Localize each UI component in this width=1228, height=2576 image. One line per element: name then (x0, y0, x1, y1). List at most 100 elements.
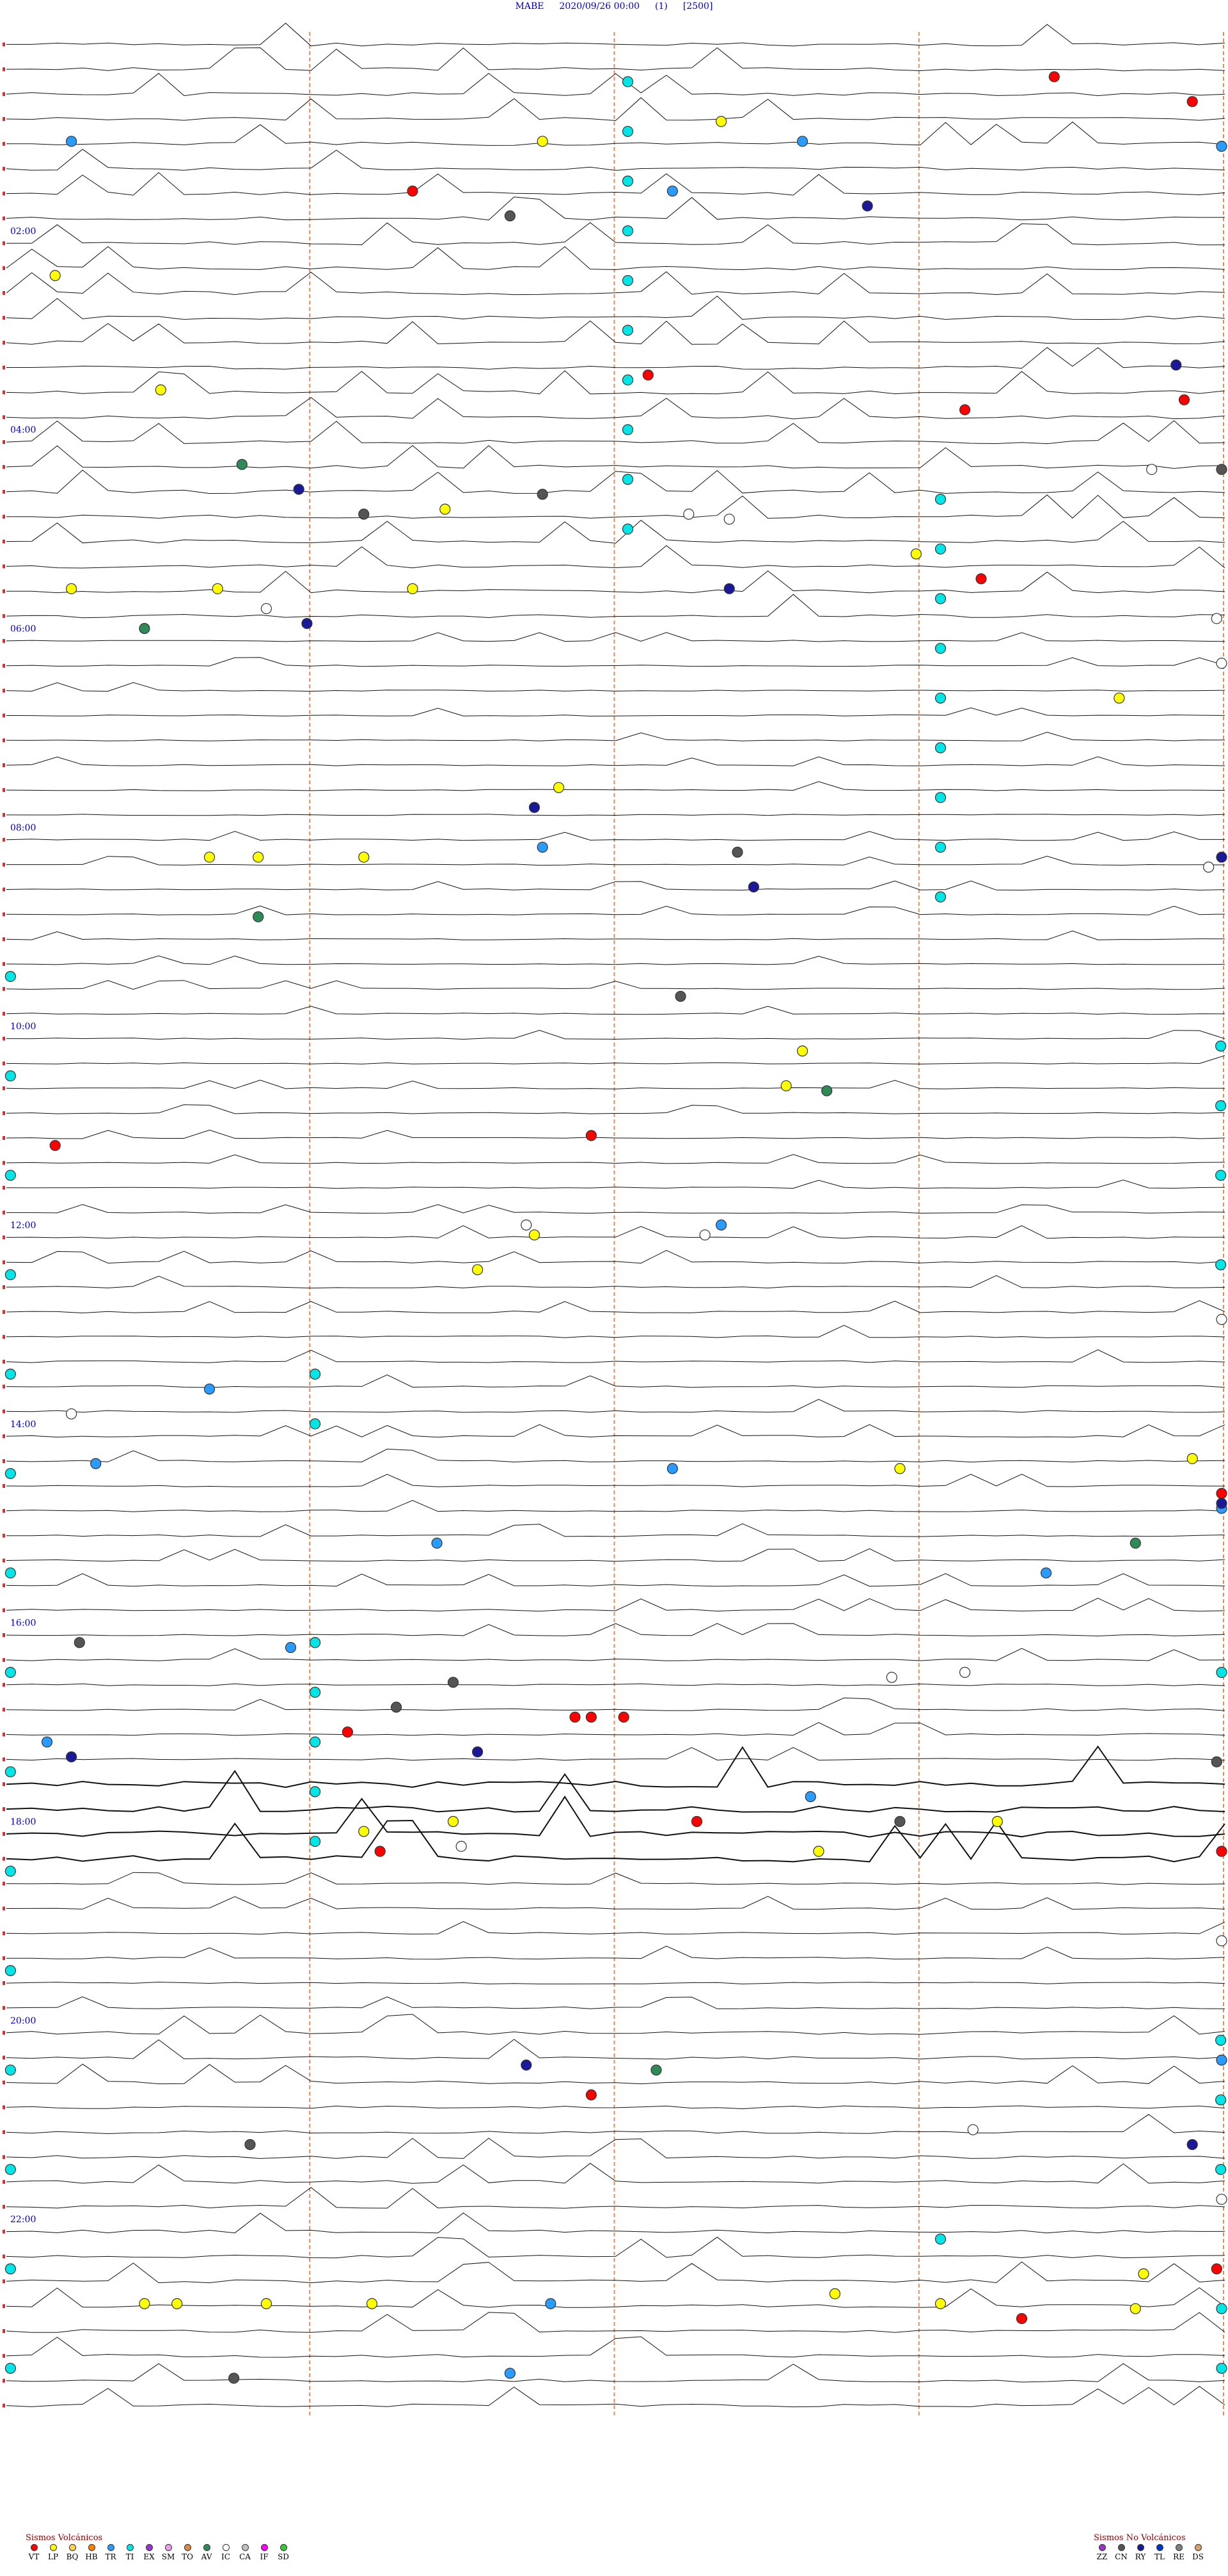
seismic-trace (6, 955, 1225, 965)
seismic-trace (6, 1796, 1225, 1838)
event-marker-lp (155, 384, 166, 396)
seismic-trace (6, 222, 1225, 246)
legend-item-sm: SM (160, 2544, 177, 2561)
trace-start-tick (3, 2105, 5, 2110)
trace-start-tick (3, 1856, 5, 1861)
seismic-trace (6, 320, 1225, 345)
event-marker-cn (894, 1815, 906, 1828)
event-marker-ry (748, 881, 760, 893)
event-marker-lp (1114, 692, 1125, 704)
event-marker-ti (934, 543, 947, 555)
legend-label-tr: TR (105, 2552, 116, 2561)
legend-label-ex: EX (143, 2552, 155, 2561)
seismic-trace (6, 1275, 1225, 1289)
event-marker-ry (521, 2059, 532, 2071)
hour-label: 06:00 (10, 624, 36, 635)
seismic-trace (6, 1055, 1225, 1064)
event-marker-ti (4, 2163, 16, 2176)
seismic-trace (6, 980, 1225, 990)
seismic-trace (6, 1819, 1225, 1863)
event-marker-ti (1215, 2094, 1227, 2106)
legend-item-sd: SD (275, 2544, 292, 2561)
seismic-trace (6, 370, 1225, 395)
event-marker-ti (1215, 1259, 1227, 1270)
event-marker-ti (1215, 2034, 1227, 2046)
seismic-trace (6, 2039, 1225, 2060)
event-marker-tr (504, 2367, 516, 2379)
event-marker-vt (49, 1140, 61, 1151)
legend-label-av: AV (201, 2552, 212, 2561)
event-marker-ry (1186, 2139, 1198, 2151)
legend-label-sm: SM (161, 2552, 175, 2561)
trace-start-tick (3, 1260, 5, 1265)
trace-start-tick (3, 365, 5, 370)
event-marker-ti (4, 1070, 16, 1082)
trace-start-tick (3, 1384, 5, 1389)
event-marker-cn (228, 2373, 240, 2384)
legend-nonvolcanic: Sismos No Volcánicos ZZ CN RY TL RE DS (1094, 2533, 1206, 2561)
event-marker-av (821, 1085, 833, 1096)
seismic-trace (6, 594, 1225, 619)
event-marker-ti (4, 2263, 16, 2275)
seismic-trace (6, 814, 1225, 816)
event-marker-ti (934, 742, 947, 754)
event-marker-vt (1016, 2312, 1028, 2325)
event-marker-lp (260, 2298, 272, 2309)
trace-start-tick (3, 390, 5, 395)
event-marker-vt (407, 186, 418, 197)
trace-start-tick (3, 440, 5, 445)
event-marker-vt (959, 404, 971, 416)
event-marker-tr (805, 1791, 816, 1803)
trace-start-tick (3, 1782, 5, 1787)
event-marker-tr (90, 1458, 102, 1469)
trace-start-tick (3, 266, 5, 271)
legend-swatch-ry (1137, 2544, 1144, 2551)
trace-start-tick (3, 1508, 5, 1513)
seismic-trace (6, 22, 1225, 47)
event-marker-cn (537, 489, 548, 500)
seismic-trace (6, 781, 1225, 791)
trace-start-tick (3, 1459, 5, 1464)
seismic-trace (6, 1225, 1225, 1239)
event-marker-lp (65, 583, 77, 594)
event-marker-av (236, 459, 248, 470)
trace-start-tick (3, 290, 5, 295)
trace-start-tick (3, 812, 5, 817)
event-marker-vt (585, 2089, 597, 2101)
event-marker-vt (1048, 71, 1060, 83)
trace-start-tick (3, 2229, 5, 2234)
seismic-trace (6, 1130, 1225, 1139)
trace-start-tick (3, 1309, 5, 1314)
legend-label-to: TO (182, 2552, 193, 2561)
trace-start-tick (3, 464, 5, 469)
legend-item-av: AV (198, 2544, 215, 2561)
event-marker-lp (49, 270, 61, 281)
legend-nonvolcanic-title: Sismos No Volcánicos (1094, 2533, 1186, 2543)
seismic-trace (6, 1697, 1225, 1711)
seismic-trace (6, 905, 1225, 915)
seismic-trace (6, 570, 1225, 594)
event-marker-ry (528, 802, 540, 813)
event-marker-ti (1216, 1666, 1227, 1678)
event-marker-ic (683, 509, 695, 520)
seismic-trace (6, 2261, 1225, 2284)
trace-start-tick (3, 862, 5, 867)
event-marker-lp (439, 503, 451, 515)
trace-start-tick (3, 340, 5, 345)
trace-start-tick (3, 241, 5, 246)
event-marker-lp (212, 583, 223, 594)
event-marker-ti (310, 1686, 321, 1698)
trace-start-tick (3, 2130, 5, 2135)
event-marker-ry (301, 618, 313, 629)
legend-item-to: TO (179, 2544, 196, 2561)
seismic-trace (6, 172, 1225, 196)
seismic-trace (6, 2105, 1225, 2110)
legend-swatch-tr (107, 2544, 114, 2551)
event-marker-ti (4, 1269, 16, 1281)
event-marker-ti (1215, 1100, 1227, 1112)
event-marker-cn (447, 1677, 459, 1688)
seismic-trace (6, 519, 1225, 544)
legend-label-lp: LP (47, 2552, 59, 2561)
seismic-trace (6, 470, 1225, 494)
trace-start-tick (3, 1583, 5, 1588)
